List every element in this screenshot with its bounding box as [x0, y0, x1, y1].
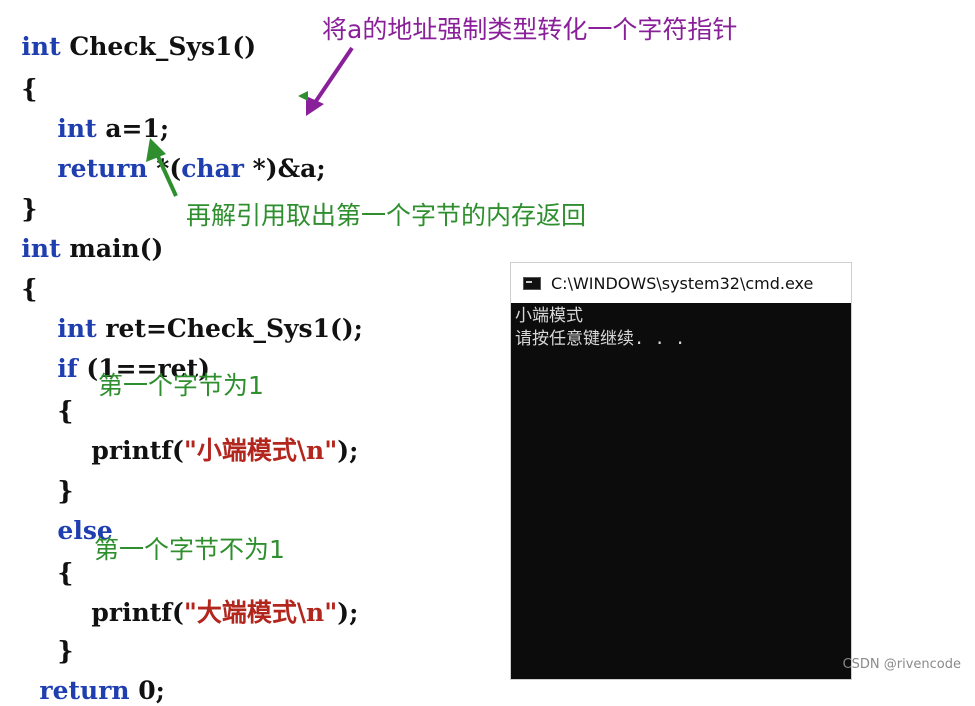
purple-arrow [306, 46, 354, 116]
cmd-title-text: C:\WINDOWS\system32\cmd.exe [551, 273, 814, 293]
green-arrow [146, 138, 178, 197]
cmd-output-line: 请按任意键继续. . . [515, 329, 686, 349]
cmd-title-bar[interactable]: C:\WINDOWS\system32\cmd.exe [511, 263, 851, 303]
cmd-output: 小端模式 请按任意键继续. . . [511, 303, 851, 353]
watermark: CSDN @rivencode [842, 657, 961, 672]
code-text: 0; [129, 676, 165, 705]
keyword: return [39, 676, 130, 705]
cmd-window[interactable]: C:\WINDOWS\system32\cmd.exe 小端模式 请按任意键继续… [510, 262, 852, 680]
green-marker [298, 91, 308, 101]
console-icon [523, 276, 541, 290]
cmd-output-line: 小端模式 [515, 306, 583, 326]
